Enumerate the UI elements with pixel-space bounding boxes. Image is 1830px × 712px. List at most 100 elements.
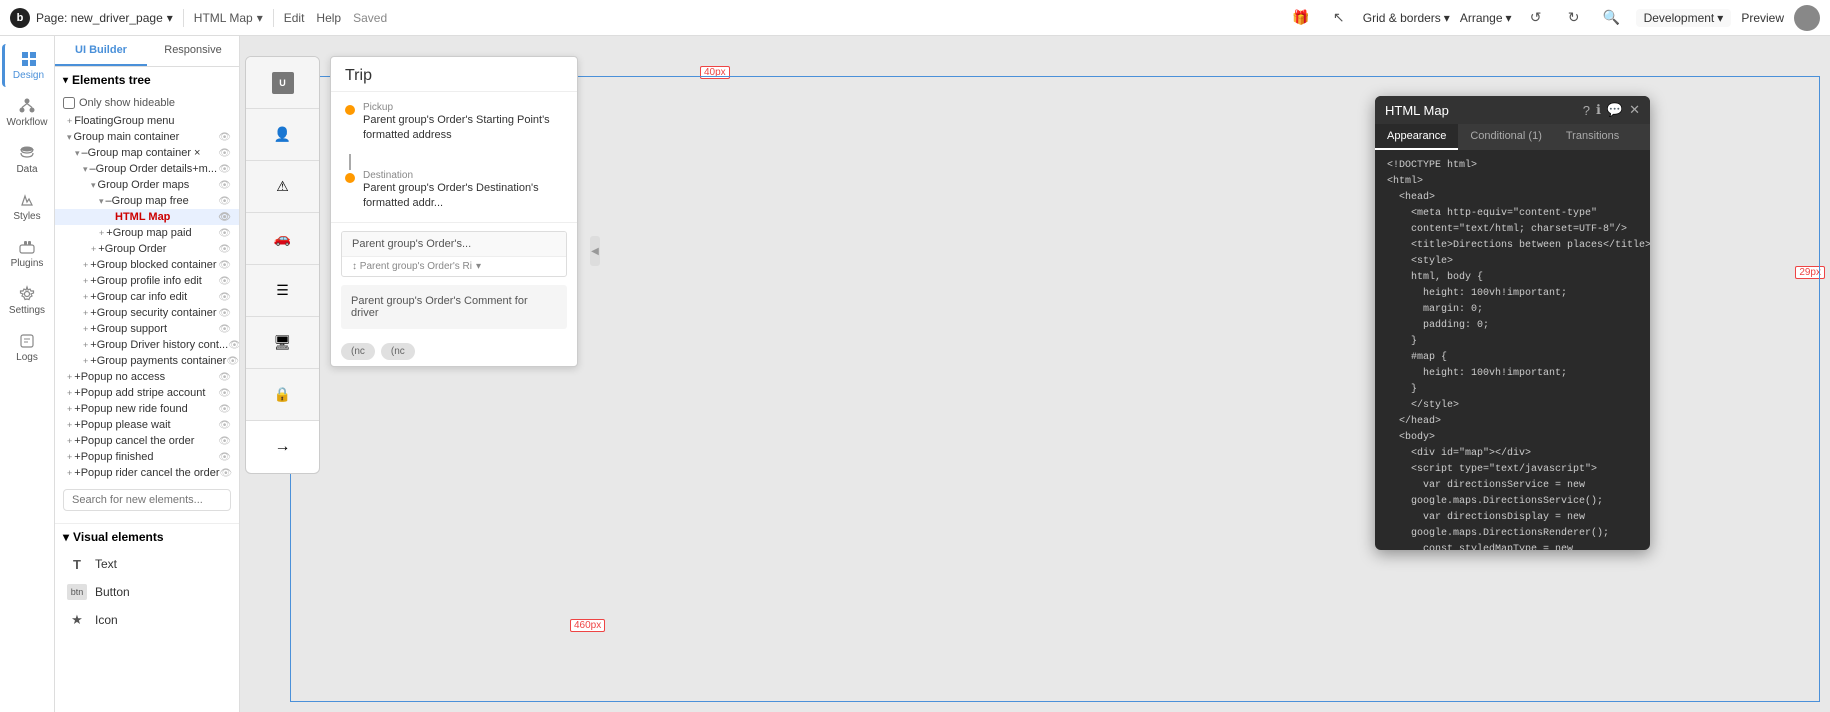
eye-icon[interactable]: 👁: [218, 372, 231, 383]
help-button[interactable]: Help: [316, 11, 341, 25]
search-new-input[interactable]: [63, 489, 231, 511]
tree-item-popup-cancel[interactable]: + +Popup cancel the order 👁: [55, 433, 239, 449]
phone-btn-warning[interactable]: ⚠: [246, 161, 319, 213]
hmp-header: HTML Map ? ℹ 💬 ✕: [1375, 96, 1650, 124]
search-button[interactable]: 🔍: [1598, 4, 1626, 32]
tree-item-popup-finished[interactable]: + +Popup finished 👁: [55, 449, 239, 465]
elements-tree-header[interactable]: ▾ Elements tree: [55, 67, 239, 93]
arrange-button[interactable]: Arrange ▾: [1460, 11, 1512, 25]
phone-btn-list[interactable]: ☰: [246, 265, 319, 317]
eye-icon[interactable]: 👁: [218, 420, 231, 431]
tree-item-group-order[interactable]: + +Group Order 👁: [55, 241, 239, 257]
collapse-panel-handle[interactable]: ◀: [590, 236, 600, 266]
tree-item-profile-edit[interactable]: + +Group profile info edit 👁: [55, 273, 239, 289]
sidebar-item-design[interactable]: Design: [2, 44, 52, 87]
eye-icon[interactable]: 👁: [218, 404, 231, 415]
tree-item-group-map-free[interactable]: ▾ –Group map free 👁: [55, 193, 239, 209]
eye-icon[interactable]: 👁: [218, 228, 231, 239]
page-selector[interactable]: Page: new_driver_page ▾: [36, 11, 173, 25]
visual-item-icon[interactable]: ★ Icon: [55, 606, 239, 634]
eye-icon[interactable]: 👁: [218, 276, 231, 287]
eye-icon[interactable]: 👁: [218, 180, 231, 191]
hmp-close-icon[interactable]: ✕: [1629, 102, 1640, 118]
sidebar-item-data[interactable]: Data: [2, 138, 52, 181]
tree-item-popup-wait[interactable]: + +Popup please wait 👁: [55, 417, 239, 433]
undo-button[interactable]: ↺: [1522, 4, 1550, 32]
edit-button[interactable]: Edit: [284, 11, 305, 25]
eye-icon[interactable]: 👁: [218, 132, 231, 143]
visual-item-text[interactable]: T Text: [55, 550, 239, 578]
preview-button[interactable]: Preview: [1741, 11, 1784, 25]
hmp-tab-conditional[interactable]: Conditional (1): [1458, 124, 1554, 150]
search-new-elements[interactable]: [55, 481, 239, 519]
sidebar-item-plugins[interactable]: Plugins: [2, 232, 52, 275]
tree-item-group-order-maps[interactable]: ▾ Group Order maps 👁: [55, 177, 239, 193]
measure-label-right: 29px: [1795, 266, 1825, 279]
hmp-info-icon[interactable]: ℹ: [1596, 102, 1601, 118]
sidebar-item-styles[interactable]: Styles: [2, 185, 52, 228]
hmp-question-icon[interactable]: ?: [1583, 103, 1590, 118]
eye-icon[interactable]: 👁: [218, 164, 231, 175]
grid-borders-button[interactable]: Grid & borders ▾: [1363, 11, 1450, 25]
tree-item-html-map[interactable]: HTML Map 👁: [55, 209, 239, 225]
eye-icon[interactable]: 👁: [218, 148, 231, 159]
tree-item-group-order-details[interactable]: ▾ –Group Order details+m... 👁: [55, 161, 239, 177]
tree-item-group-main[interactable]: ▾ Group main container 👁: [55, 129, 239, 145]
sidebar-item-settings[interactable]: Settings: [2, 279, 52, 322]
sidebar-item-workflow[interactable]: Workflow: [2, 91, 52, 134]
tree-item-car-edit[interactable]: + +Group car info edit 👁: [55, 289, 239, 305]
eye-icon[interactable]: 👁: [218, 244, 231, 255]
eye-icon[interactable]: 👁: [218, 324, 231, 335]
visual-elements-header[interactable]: ▾ Visual elements: [55, 523, 239, 550]
tree-item-support[interactable]: + +Group support 👁: [55, 321, 239, 337]
visual-item-button[interactable]: btn Button: [55, 578, 239, 606]
tree-item-security[interactable]: + +Group security container 👁: [55, 305, 239, 321]
hmp-code-editor[interactable]: <!DOCTYPE html> <html> <head> <meta http…: [1375, 150, 1650, 550]
phone-btn-car[interactable]: 🚗: [246, 213, 319, 265]
phone-btn-u[interactable]: U: [246, 57, 319, 109]
tree-label: +Popup add stripe account: [74, 387, 205, 399]
hmp-chat-icon[interactable]: 💬: [1607, 102, 1623, 118]
tab-responsive[interactable]: Responsive: [147, 36, 239, 66]
eye-icon[interactable]: 👁: [218, 388, 231, 399]
tree-item-blocked[interactable]: + +Group blocked container 👁: [55, 257, 239, 273]
tree-item-payments[interactable]: + +Group payments container 👁: [55, 353, 239, 369]
eye-icon[interactable]: 👁: [218, 260, 231, 271]
tree-item-popup-rider-cancel[interactable]: + +Popup rider cancel the order 👁: [55, 465, 239, 481]
hmp-tab-appearance[interactable]: Appearance: [1375, 124, 1458, 150]
user-avatar[interactable]: [1794, 5, 1820, 31]
htmlmap-arrow[interactable]: ▾: [257, 11, 263, 25]
tree-item-popup-noaccess[interactable]: + +Popup no access 👁: [55, 369, 239, 385]
eye-icon[interactable]: 👁: [218, 212, 231, 223]
page-arrow[interactable]: ▾: [167, 11, 173, 25]
eye-icon[interactable]: 👁: [220, 468, 233, 479]
eye-icon[interactable]: 👁: [218, 452, 231, 463]
only-show-hideable[interactable]: Only show hideable: [55, 93, 239, 113]
phone-btn-monitor[interactable]: 🖥: [246, 317, 319, 369]
eye-icon[interactable]: 👁: [218, 308, 231, 319]
eye-icon[interactable]: 👁: [218, 292, 231, 303]
hideable-checkbox[interactable]: [63, 97, 75, 109]
gift-icon[interactable]: 🎁: [1287, 4, 1315, 32]
tree-item-floating-group[interactable]: + FloatingGroup menu: [55, 113, 239, 129]
phone-btn-lock[interactable]: 🔒: [246, 369, 319, 421]
tree-item-popup-ride[interactable]: + +Popup new ride found 👁: [55, 401, 239, 417]
eye-icon[interactable]: 👁: [218, 436, 231, 447]
htmlmap-selector[interactable]: HTML Map ▾: [194, 11, 263, 25]
tree-item-popup-stripe[interactable]: + +Popup add stripe account 👁: [55, 385, 239, 401]
sidebar-item-logs[interactable]: Logs: [2, 326, 52, 369]
phone-btn-person[interactable]: 👤: [246, 109, 319, 161]
redo-button[interactable]: ↻: [1560, 4, 1588, 32]
eye-icon[interactable]: 👁: [226, 356, 239, 367]
eye-icon[interactable]: 👁: [218, 196, 231, 207]
tree-item-group-map-paid[interactable]: + +Group map paid 👁: [55, 225, 239, 241]
phone-exit-btn[interactable]: →: [246, 421, 319, 473]
eye-icon[interactable]: 👁: [228, 340, 239, 351]
cursor-icon[interactable]: ↖: [1325, 4, 1353, 32]
hmp-tab-transitions[interactable]: Transitions: [1554, 124, 1631, 150]
tree-item-driver-history[interactable]: + +Group Driver history cont... 👁: [55, 337, 239, 353]
tree-item-group-map-container[interactable]: ▾ –Group map container × 👁: [55, 145, 239, 161]
dev-mode-button[interactable]: Development ▾: [1636, 9, 1732, 27]
collapse-icon: ◀: [591, 246, 599, 257]
tab-ui-builder[interactable]: UI Builder: [55, 36, 147, 66]
